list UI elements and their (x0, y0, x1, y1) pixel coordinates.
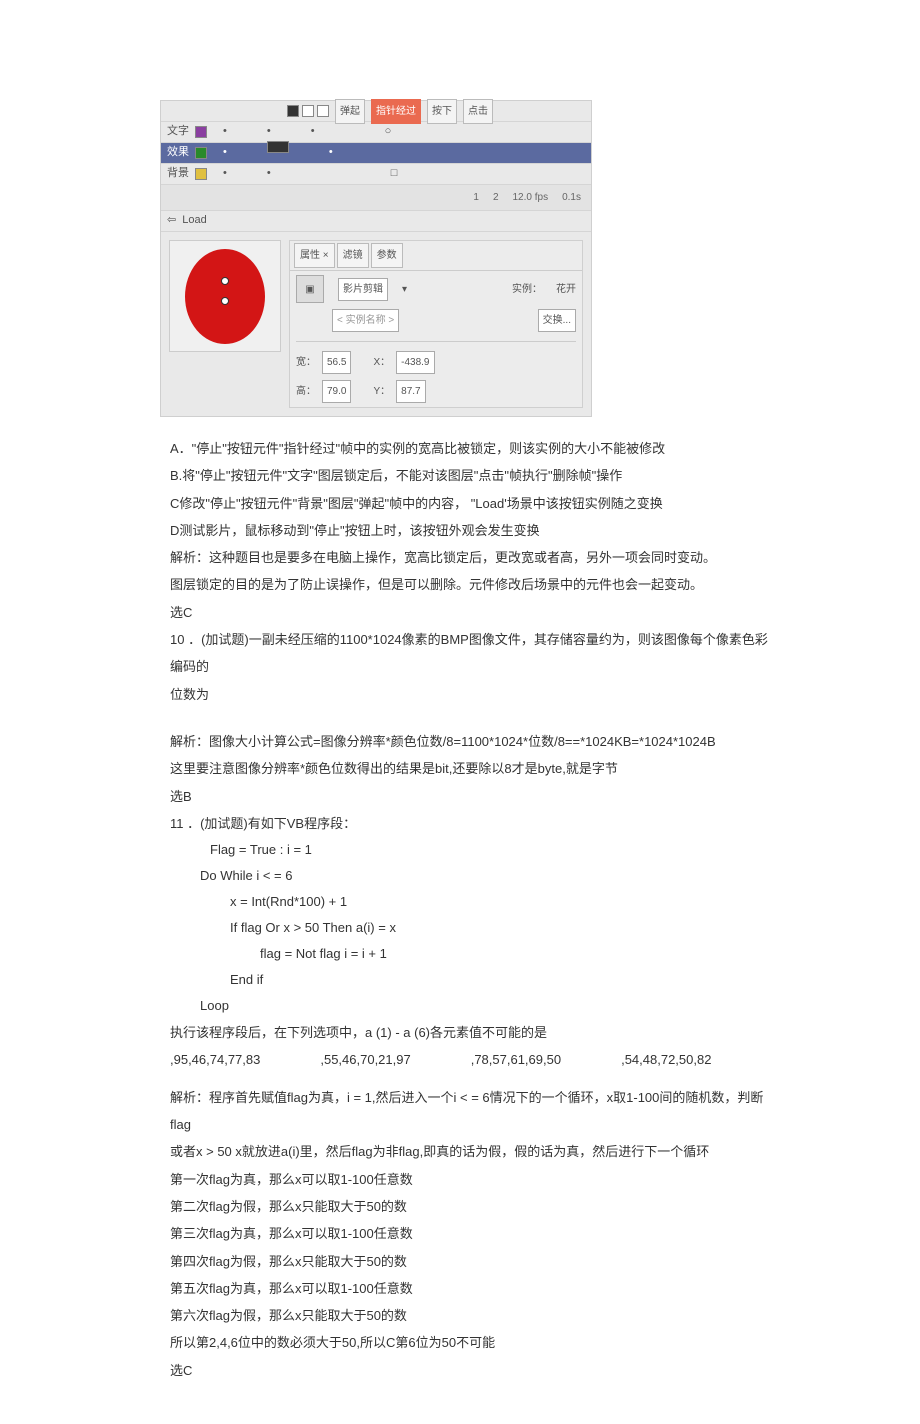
timeline-footer: 1 2 12.0 fps 0.1s (161, 185, 591, 211)
q11-opt-c: ,78,57,61,69,50 (471, 1046, 561, 1073)
code-line: End if (230, 967, 780, 993)
flash-panel: 弹起 指针经过 按下 点击 文字 •••○ 效果 •• 背景 ••□ (160, 100, 592, 417)
h-value[interactable]: 79.0 (322, 380, 351, 403)
eye-icon (287, 105, 299, 117)
lock-icon (302, 105, 314, 117)
instance-name-field[interactable]: < 实例名称 > (332, 309, 399, 332)
code-line: If flag Or x > 50 Then a(i) = x (230, 915, 780, 941)
q11-opt-b: ,55,46,70,21,97 (320, 1046, 410, 1073)
panel-header: 弹起 指针经过 按下 点击 (161, 101, 591, 122)
tl-total: 2 (493, 187, 499, 208)
q11-analysis-2: 或者x > 50 x就放进a(i)里，然后flag为非flag,即真的话为假，假… (170, 1138, 780, 1165)
q9-analysis-1: 解析：这种题目也是要多在电脑上操作，宽高比锁定后，更改宽或者高，另外一项会同时变… (170, 544, 780, 571)
q9-answer: 选C (170, 599, 780, 626)
q11-opt-a: ,95,46,74,77,83 (170, 1046, 260, 1073)
tl-time: 0.1s (562, 187, 581, 208)
code-line: flag = Not flag i = i + 1 (260, 941, 780, 967)
q11-line-1: 第一次flag为真，那么x可以取1-100任意数 (170, 1166, 780, 1193)
q10-analysis-1: 解析：图像大小计算公式=图像分辨率*颜色位数/8=1100*1024*位数/8=… (170, 728, 780, 755)
y-label: Y： (373, 381, 390, 402)
q9-opt-c: C修改"停止"按钮元件"背景"图层"弹起"帧中的内容， "Load'场景中该按钮… (170, 490, 780, 517)
swap-button[interactable]: 交换... (538, 309, 576, 332)
q10-stem-1: 10 ．(加试题)一副未经压缩的1100*1024像素的BMP图像文件，其存储容… (170, 626, 780, 681)
prop-tab-props[interactable]: 属性 × (294, 243, 335, 268)
instance-name: 花开 (556, 279, 576, 300)
q11-options: ,95,46,74,77,83 ,55,46,70,21,97 ,78,57,6… (170, 1046, 780, 1073)
q11-line-6: 第六次flag为假，那么x只能取大于50的数 (170, 1302, 780, 1329)
page: 弹起 指针经过 按下 点击 文字 •••○ 效果 •• 背景 ••□ (0, 0, 920, 1424)
q9-opt-b: B.将"停止"按钮元件"文字"图层锁定后，不能对该图层"点击"帧执行"删除帧"操… (170, 462, 780, 489)
code-line: Loop (200, 993, 780, 1019)
layer-label: 效果 (167, 141, 189, 164)
symbol-type[interactable]: 影片剪辑 (338, 278, 388, 301)
code-line: Flag = True : i = 1 (210, 837, 780, 863)
q11-stem: 11 ．(加试题)有如下VB程序段： (170, 810, 780, 837)
layer-bg[interactable]: 背景 ••□ (161, 164, 591, 185)
w-label: 宽： (296, 352, 316, 373)
tl-frame: 1 (473, 187, 479, 208)
layer-effect[interactable]: 效果 •• (161, 143, 591, 164)
q11-conclusion: 所以第2,4,6位中的数必须大于50,所以C第6位为50不可能 (170, 1329, 780, 1356)
prop-tab-params[interactable]: 参数 (371, 243, 403, 268)
x-label: X： (373, 352, 390, 373)
q11-line-2: 第二次flag为假，那么x只能取大于50的数 (170, 1193, 780, 1220)
q11-line-4: 第四次flag为假，那么x只能取大于50的数 (170, 1248, 780, 1275)
layer-label: 文字 (167, 120, 189, 143)
instance-label: 实例： (512, 279, 542, 300)
scene-load[interactable]: Load (182, 209, 206, 232)
q11-code: Flag = True : i = 1 Do While i < = 6 x =… (210, 837, 780, 1019)
stage-preview (169, 240, 281, 352)
code-line: x = Int(Rnd*100) + 1 (230, 889, 780, 915)
w-value[interactable]: 56.5 (322, 351, 351, 374)
h-label: 高： (296, 381, 316, 402)
q11-analysis-1: 解析：程序首先赋值flag为真，i = 1,然后进入一个i < = 6情况下的一… (170, 1084, 780, 1139)
q10-stem-2: 位数为 (170, 681, 780, 708)
prop-tab-filters[interactable]: 滤镜 (337, 243, 369, 268)
q11-after: 执行该程序段后，在下列选项中，a (1) - a (6)各元素值不可能的是 (170, 1019, 780, 1046)
q11-line-3: 第三次flag为真，那么x可以取1-100任意数 (170, 1220, 780, 1247)
q9-analysis-2: 图层锁定的目的是为了防止误操作，但是可以删除。元件修改后场景中的元件也会一起变动… (170, 571, 780, 598)
symbol-thumb-icon: ▣ (296, 275, 324, 303)
properties-panel: 属性 × 滤镜 参数 ▣ 影片剪辑 ▾ 实例： 花开 < 实例名称 > 交换..… (289, 240, 583, 408)
scene-bar: ⇦ Load (161, 211, 591, 232)
q11-line-5: 第五次flag为真，那么x可以取1-100任意数 (170, 1275, 780, 1302)
outline-icon (317, 105, 329, 117)
x-value[interactable]: -438.9 (396, 351, 434, 374)
q10-answer: 选B (170, 783, 780, 810)
q11-opt-d: ,54,48,72,50,82 (621, 1046, 711, 1073)
q10-analysis-2: 这里要注意图像分辨率*颜色位数得出的结果是bit,还要除以8才是byte,就是字… (170, 755, 780, 782)
q11-answer: 选C (170, 1357, 780, 1384)
y-value[interactable]: 87.7 (396, 380, 425, 403)
layer-label: 背景 (167, 162, 189, 185)
tl-fps: 12.0 fps (513, 187, 549, 208)
q9-opt-d: D测试影片，鼠标移动到"停止"按钮上时，该按钮外观会发生变换 (170, 517, 780, 544)
code-line: Do While i < = 6 (200, 863, 780, 889)
q9-opt-a: A．"停止"按钮元件"指针经过"帧中的实例的宽高比被锁定，则该实例的大小不能被修… (170, 435, 780, 462)
layer-text[interactable]: 文字 •••○ (161, 122, 591, 143)
